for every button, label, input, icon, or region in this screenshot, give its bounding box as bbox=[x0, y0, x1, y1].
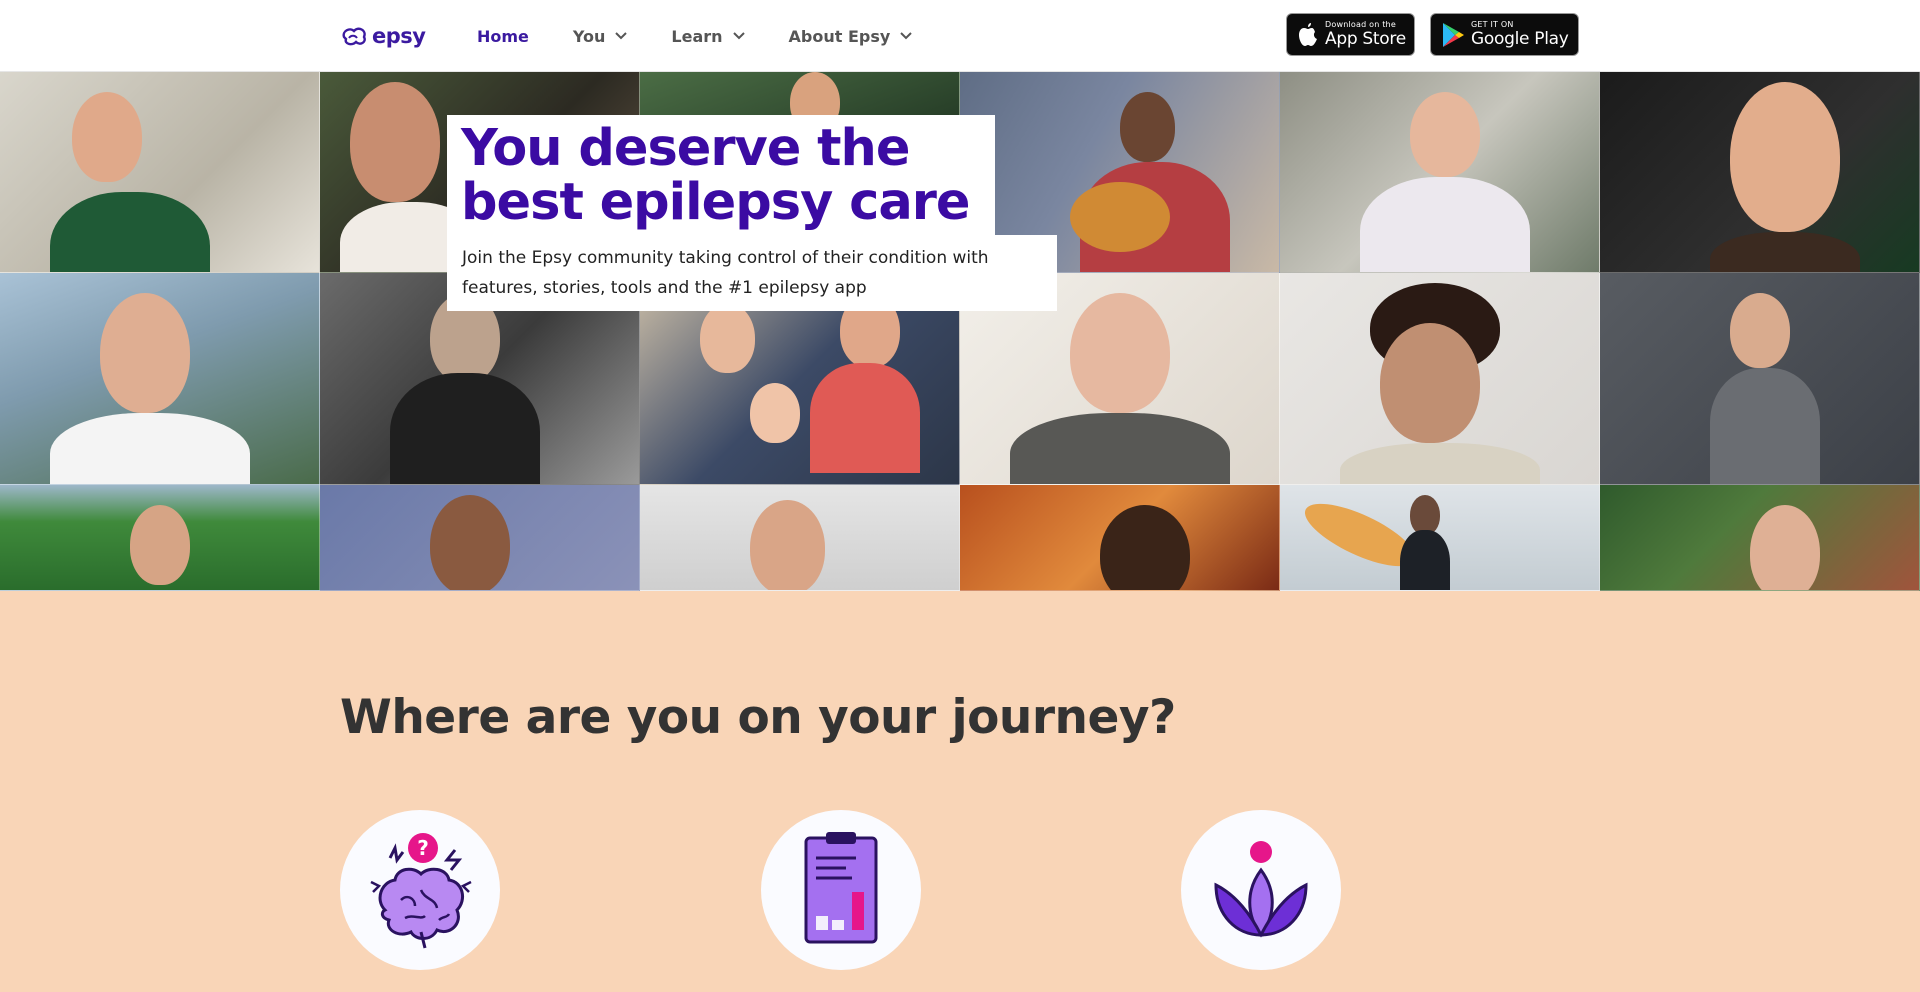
photo-tile bbox=[1600, 273, 1920, 485]
photo-tile bbox=[960, 485, 1280, 591]
photo-tile bbox=[1600, 72, 1920, 273]
nav-home-label: Home bbox=[477, 26, 529, 46]
svg-text:?: ? bbox=[417, 836, 429, 860]
photo-tile bbox=[0, 72, 320, 273]
journey-card-wellbeing[interactable] bbox=[1181, 810, 1341, 970]
journey-title: Where are you on your journey? bbox=[340, 690, 1176, 745]
photo-tile bbox=[1280, 485, 1600, 591]
nav-learn-label: Learn bbox=[671, 26, 723, 46]
google-play-big-text: Google Play bbox=[1471, 29, 1569, 49]
apple-icon bbox=[1297, 22, 1319, 48]
photo-tile bbox=[1600, 485, 1920, 591]
chevron-down-icon bbox=[615, 32, 628, 40]
nav-about-label: About Epsy bbox=[788, 26, 891, 46]
epsy-logo-icon bbox=[342, 27, 366, 46]
photo-tile bbox=[0, 273, 320, 485]
hero-subtitle: Join the Epsy community taking control o… bbox=[462, 248, 989, 298]
chevron-down-icon bbox=[732, 32, 745, 40]
app-store-small-text: Download on the bbox=[1325, 20, 1396, 29]
chevron-down-icon bbox=[900, 32, 913, 40]
journey-card-new[interactable]: ? bbox=[340, 810, 500, 970]
journey-card-tracking[interactable] bbox=[761, 810, 921, 970]
clipboard-chart-icon bbox=[804, 832, 878, 944]
photo-tile bbox=[1280, 72, 1600, 273]
nav-home[interactable]: Home bbox=[477, 27, 529, 46]
nav-learn[interactable]: Learn bbox=[671, 26, 745, 46]
photo-tile bbox=[1280, 273, 1600, 485]
photo-tile bbox=[320, 485, 640, 591]
main-nav: Home You Learn About Epsy bbox=[477, 0, 956, 72]
photo-tile bbox=[640, 485, 960, 591]
nav-you[interactable]: You bbox=[573, 27, 628, 46]
nav-you-label: You bbox=[572, 26, 606, 46]
epsy-logo[interactable]: epsy bbox=[340, 22, 426, 50]
google-play-button[interactable]: GET IT ON Google Play bbox=[1430, 13, 1579, 56]
app-store-big-text: App Store bbox=[1325, 29, 1406, 49]
google-play-icon bbox=[1441, 22, 1465, 48]
lotus-icon bbox=[1214, 841, 1308, 938]
site-header: epsy Home You Learn About Epsy Download … bbox=[0, 0, 1920, 72]
hero-title: You deserve the best epilepsy care bbox=[461, 119, 971, 232]
photo-tile bbox=[0, 485, 320, 591]
logo-text: epsy bbox=[372, 24, 426, 48]
google-play-small-text: GET IT ON bbox=[1471, 20, 1514, 29]
nav-about-epsy[interactable]: About Epsy bbox=[789, 27, 913, 46]
brain-question-icon: ? bbox=[370, 833, 472, 949]
app-store-button[interactable]: Download on the App Store bbox=[1286, 13, 1415, 56]
